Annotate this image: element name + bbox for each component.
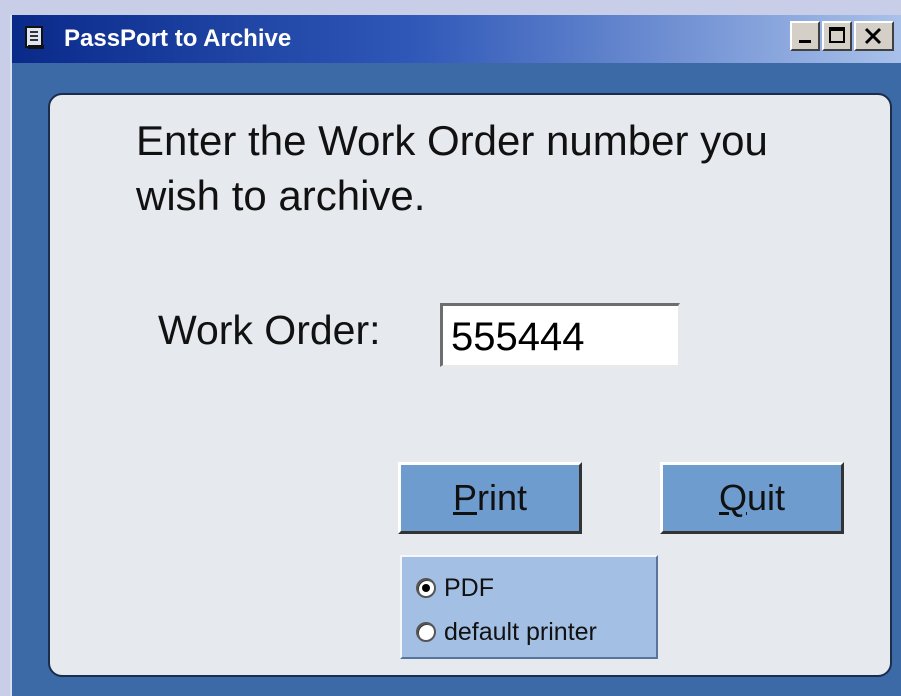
maximize-button[interactable] — [822, 21, 852, 51]
close-icon — [864, 27, 882, 45]
print-mnemonic: P — [452, 477, 477, 518]
output-radio-group: PDF default printer — [400, 555, 658, 659]
quit-button[interactable]: Quit — [660, 462, 844, 534]
close-button[interactable] — [854, 21, 894, 51]
title-bar[interactable]: PassPort to Archive — [12, 15, 901, 63]
quit-mnemonic: Q — [718, 477, 747, 518]
minimize-icon — [799, 40, 811, 43]
archive-form-panel: Enter the Work Order number you wish to … — [48, 93, 892, 677]
radio-default-printer-label: default printer — [444, 617, 597, 646]
maximize-icon — [829, 27, 845, 43]
minimize-button[interactable] — [790, 21, 820, 51]
work-order-label: Work Order: — [158, 307, 381, 353]
app-window: PassPort to Archive Enter the Work Order… — [10, 15, 901, 696]
work-order-input[interactable] — [440, 303, 680, 367]
radio-default-printer[interactable]: default printer — [416, 615, 597, 649]
radio-pdf[interactable]: PDF — [416, 571, 494, 605]
instruction-text: Enter the Work Order number you wish to … — [136, 117, 768, 219]
print-button[interactable]: Print — [398, 462, 582, 534]
radio-selected-icon[interactable] — [416, 578, 436, 598]
radio-pdf-label: PDF — [444, 573, 494, 602]
quit-label: uit — [746, 477, 786, 518]
radio-unselected-icon[interactable] — [416, 622, 436, 642]
print-label: rint — [477, 477, 528, 518]
app-icon — [24, 25, 46, 51]
window-title: PassPort to Archive — [64, 25, 292, 52]
